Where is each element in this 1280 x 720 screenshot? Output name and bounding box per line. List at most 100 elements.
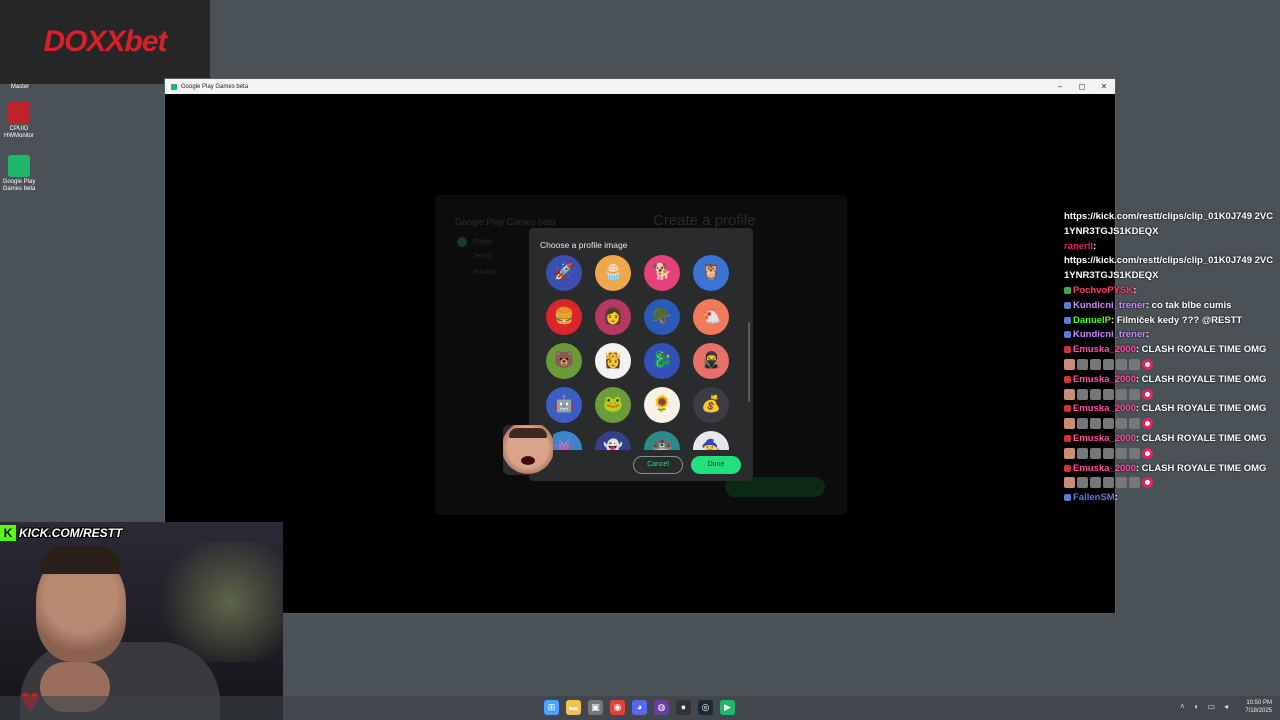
google-play-games-icon[interactable]: ▶ [720,700,735,715]
tower-icon: 🏰 [652,440,672,451]
chat-message: Emuska_2000: CLASH ROYALE TIME OMG [1064,402,1278,417]
chat-username[interactable]: ranerll [1064,241,1093,252]
desktop-icon-hwmonitor[interactable]: CPUID HWMonitor [0,102,39,140]
kick-logo-icon: K [0,525,16,541]
dialog-title: Choose a profile image [540,240,628,250]
avatar-option[interactable]: 🏰 [644,431,680,450]
user-badge-icon [1064,375,1071,383]
princess-icon: 👸 [603,352,623,369]
taskbar-apps: ⊞ ▬ ▣ ◉ ◕ ◍ ● ◎ ▶ [544,700,735,715]
chat-text: : [1133,284,1137,296]
system-tray: ˄ ◖ ▭ ◂ [1180,702,1228,711]
avatar-option[interactable]: 👸 [595,343,631,379]
chat-text: : [1093,240,1097,252]
ninja-icon: 🥷 [701,352,721,369]
chat-text: https://kick.com/restt/clips/clip_01K0J7… [1064,211,1274,237]
chat-username[interactable]: Kundicni_trener [1073,300,1146,311]
robot-icon: 🤖 [554,396,574,413]
user-badge-icon [1064,286,1071,294]
chat-text: https://kick.com/restt/clips/clip_01K0J7… [1064,255,1274,282]
avatar-option[interactable]: 🥷 [693,343,729,379]
pink-monster-icon: 👾 [554,440,574,451]
avatar-option[interactable]: 🍔 [546,299,582,335]
window-titlebar[interactable]: Google Play Games beta – ◻ ✕ [165,79,1115,94]
background-app-name: Google Play Games beta [455,217,556,227]
google-play-games-icon [8,155,30,177]
chat-message: FallenSM: [1064,491,1278,506]
chat-username[interactable]: Kundicni_trener [1073,329,1146,340]
avatar-option[interactable]: 🐻 [546,343,582,379]
chat-username[interactable]: Emuska_2000 [1073,433,1136,444]
chat-username[interactable]: Emuska_2000 [1073,374,1136,385]
volume-icon[interactable]: ◂ [1224,702,1228,711]
background-heading: Create a profile [653,212,756,229]
taskbar-clock[interactable]: 10:50 PM 7/18/2025 [1238,699,1272,715]
desktop-icon-label: Master [10,84,30,90]
cancel-button[interactable]: Cancel [633,456,683,474]
desktop-icon-master[interactable]: Master [0,84,40,91]
google-play-games-window: Google Play Games beta – ◻ ✕ Google Play… [164,78,1116,614]
discord-icon[interactable]: ◕ [632,700,647,715]
chat-username[interactable]: Emuska_2000 [1073,463,1136,474]
hwmonitor-icon [8,102,30,124]
brand-logo-text: DOXXbet [43,25,167,58]
chat-text: : [1114,492,1118,504]
avatar-option[interactable]: 🤖 [546,387,582,423]
dialog-scrollbar[interactable] [748,322,750,402]
app-icon[interactable]: ● [676,700,691,715]
obs-icon[interactable]: ◍ [654,700,669,715]
window-title: Google Play Games beta [181,83,249,90]
chicken-icon: 🐔 [701,308,721,325]
chat-username[interactable]: FallenSM [1073,492,1115,503]
knight-helmet-icon: 🪖 [652,308,672,325]
avatar-grid: 🚀 🧁 🐕 🦉 🍔 👩 🪖 🐔 🐻 👸 🐉 🥷 🤖 🐸 🌻 💰 👾 👻 🏰 🧙 [545,255,735,450]
chat-message: Emuska_2000: CLASH ROYALE TIME OMG [1064,373,1278,388]
kick-banner: K KICK.COM/RESTT [0,524,122,542]
user-badge-icon [1064,301,1071,309]
done-button[interactable]: Done [691,456,741,474]
nav-item-terms: Terms [473,253,493,260]
avatar-option[interactable]: 👻 [595,431,631,450]
avatar-option[interactable]: 🚀 [546,255,582,291]
treasure-icon: 💰 [701,396,721,413]
brand-overlay: DOXXbet [0,0,210,84]
avatar-option[interactable]: 🧙 [693,431,729,450]
chat-text: : co tak blbe cumis [1145,299,1232,311]
clock-date: 7/18/2025 [1245,708,1272,714]
nav-item-privacy: Privacy [473,269,496,276]
chat-text: : [1145,329,1150,341]
chat-username[interactable]: Emuska_2000 [1073,403,1136,414]
avatar-option[interactable]: 🐉 [644,343,680,379]
minimize-button[interactable]: – [1049,82,1071,91]
desktop-icon-google-play-games[interactable]: Google Play Games beta [0,155,39,193]
chevron-up-icon[interactable]: ˄ [1180,702,1185,711]
avatar-option[interactable]: 🐔 [693,299,729,335]
avatar-option[interactable]: 🐕 [644,255,680,291]
avatar-option[interactable]: 💰 [693,387,729,423]
avatar-option[interactable]: 🪖 [644,299,680,335]
chat-username[interactable]: DanuelP [1073,315,1111,326]
dragon-icon: 🐉 [652,352,672,369]
stream-chat: https://kick.com/restt/clips/clip_01K0J7… [1064,210,1278,506]
microphone-icon[interactable]: ◖ [1194,702,1199,711]
close-button[interactable]: ✕ [1093,82,1115,91]
windows-start-icon[interactable]: ⊞ [544,700,559,715]
chat-emote-row [1064,417,1278,432]
chrome-icon[interactable]: ◉ [610,700,625,715]
avatar-option[interactable]: 🌻 [644,387,680,423]
avatar-option[interactable]: 👩 [595,299,631,335]
chat-username[interactable]: PochvoPYSK [1073,285,1133,296]
shiba-dog-icon: 🐕 [652,264,672,281]
steam-icon[interactable]: ◎ [698,700,713,715]
network-icon[interactable]: ▭ [1208,702,1216,711]
maximize-button[interactable]: ◻ [1071,82,1093,91]
user-badge-icon [1064,405,1071,413]
chat-emote-row [1064,358,1278,373]
avatar-option[interactable]: 🦉 [693,255,729,291]
file-explorer-icon[interactable]: ▬ [566,700,581,715]
avatar-option[interactable]: 🧁 [595,255,631,291]
avatar-option[interactable]: 🐸 [595,387,631,423]
terminal-icon[interactable]: ▣ [588,700,603,715]
chat-username[interactable]: Emuska_2000 [1073,344,1136,355]
chat-message: ranerll: [1064,240,1278,255]
